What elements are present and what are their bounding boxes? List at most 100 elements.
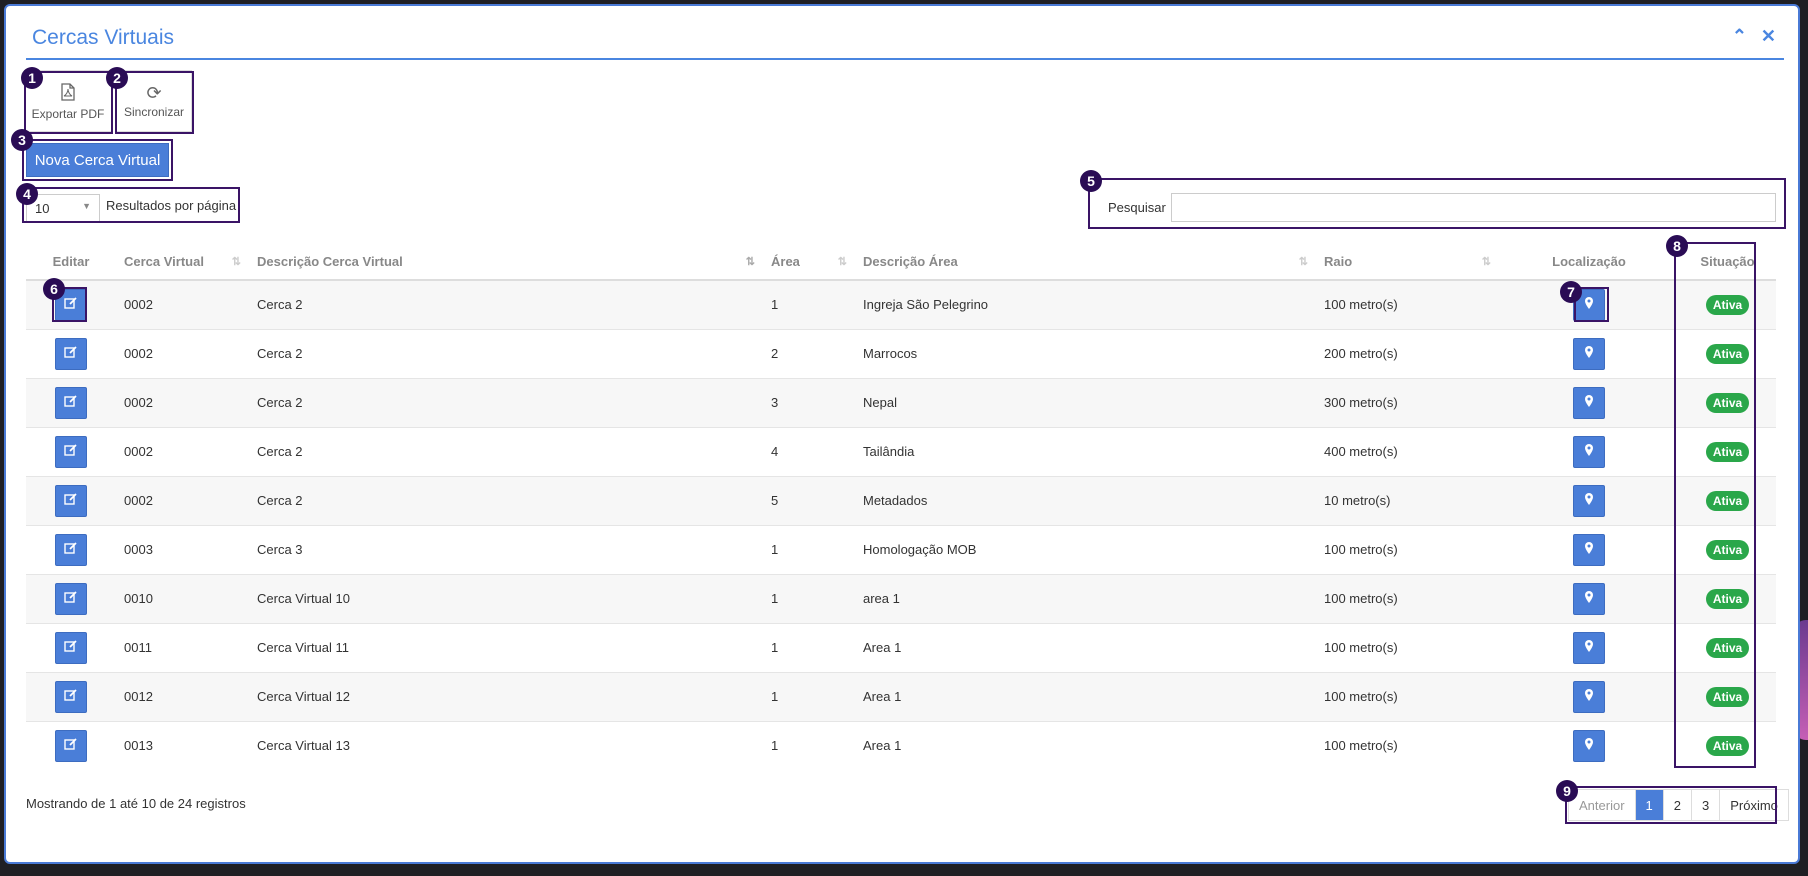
edit-icon: [64, 394, 78, 411]
area-cell: 1: [763, 671, 855, 721]
area-description-cell: Area 1: [855, 720, 1316, 770]
sort-icon: ⇅: [231, 256, 241, 268]
annotation-marker: 4: [16, 183, 38, 205]
area-description-cell: area 1: [855, 573, 1316, 623]
code-cell: 0002: [116, 475, 249, 525]
radius-cell: 300 metro(s): [1316, 377, 1499, 427]
edit-icon: [64, 443, 78, 460]
description-cell: Cerca Virtual 11: [249, 622, 763, 672]
location-cell: [1499, 720, 1679, 770]
results-info: Mostrando de 1 até 10 de 24 registros: [26, 796, 246, 811]
column-header-description[interactable]: Descrição Cerca Virtual ⇅: [249, 244, 763, 281]
edit-button[interactable]: [55, 680, 87, 713]
description-cell: Cerca 3: [249, 524, 763, 574]
code-cell: 0002: [116, 328, 249, 378]
edit-icon: [64, 345, 78, 362]
location-button[interactable]: [1573, 729, 1605, 762]
code-cell: 0013: [116, 720, 249, 770]
location-button[interactable]: [1573, 680, 1605, 713]
map-pin-icon: [1583, 394, 1595, 411]
area-description-cell: Marrocos: [855, 328, 1316, 378]
edit-cell: [26, 524, 116, 574]
radius-cell: 200 metro(s): [1316, 328, 1499, 378]
sort-icon: ⇅: [1481, 256, 1491, 268]
table-row: 0002 Cerca 2 2 Marrocos 200 metro(s) Ativa: [26, 328, 1776, 378]
table-row: 0002 Cerca 2 5 Metadados 10 metro(s) Ativa: [26, 475, 1776, 525]
radius-cell: 100 metro(s): [1316, 671, 1499, 721]
edit-cell: [26, 475, 116, 525]
code-cell: 0003: [116, 524, 249, 574]
edit-button[interactable]: [55, 435, 87, 468]
edit-button[interactable]: [55, 533, 87, 566]
radius-cell: 10 metro(s): [1316, 475, 1499, 525]
location-button[interactable]: [1573, 337, 1605, 370]
chevron-up-icon[interactable]: ⌃: [1732, 26, 1747, 46]
map-pin-icon: [1583, 590, 1595, 607]
table-row: 0013 Cerca Virtual 13 1 Area 1 100 metro(s) A…: [26, 720, 1776, 770]
edit-button[interactable]: [55, 484, 87, 517]
radius-cell: 100 metro(s): [1316, 573, 1499, 623]
sort-icon: ⇅: [1298, 256, 1308, 268]
edit-icon: [64, 590, 78, 607]
edit-button[interactable]: [55, 729, 87, 762]
location-button[interactable]: [1573, 435, 1605, 468]
edit-button[interactable]: [55, 631, 87, 664]
annotation-marker: 2: [106, 67, 128, 89]
edit-cell: [26, 720, 116, 770]
description-cell: Cerca 2: [249, 328, 763, 378]
annotation-box: [22, 139, 173, 181]
area-description-cell: Ingreja São Pelegrino: [855, 279, 1316, 329]
code-cell: 0002: [116, 426, 249, 476]
area-cell: 4: [763, 426, 855, 476]
location-cell: [1499, 377, 1679, 427]
annotation-marker: 8: [1666, 235, 1688, 257]
description-cell: Cerca Virtual 10: [249, 573, 763, 623]
column-header-code[interactable]: Cerca Virtual ⇅: [116, 244, 249, 281]
edit-cell: [26, 426, 116, 476]
map-pin-icon: [1583, 443, 1595, 460]
location-button[interactable]: [1573, 484, 1605, 517]
edit-cell: [26, 573, 116, 623]
edit-icon: [64, 688, 78, 705]
location-button[interactable]: [1573, 533, 1605, 566]
annotation-box: [1565, 786, 1777, 824]
annotation-marker: 9: [1556, 780, 1578, 802]
column-header-location: Localização: [1499, 244, 1679, 281]
location-cell: [1499, 426, 1679, 476]
column-header-radius[interactable]: Raio ⇅: [1316, 244, 1499, 281]
edit-button[interactable]: [55, 337, 87, 370]
radius-cell: 100 metro(s): [1316, 720, 1499, 770]
map-pin-icon: [1583, 688, 1595, 705]
column-header-area-description[interactable]: Descrição Área ⇅: [855, 244, 1316, 281]
area-cell: 5: [763, 475, 855, 525]
map-pin-icon: [1583, 639, 1595, 656]
code-cell: 0010: [116, 573, 249, 623]
edit-cell: [26, 377, 116, 427]
area-description-cell: Tailândia: [855, 426, 1316, 476]
location-cell: [1499, 475, 1679, 525]
code-cell: 0002: [116, 279, 249, 329]
close-icon[interactable]: ✕: [1761, 26, 1776, 46]
code-cell: 0002: [116, 377, 249, 427]
description-cell: Cerca 2: [249, 475, 763, 525]
area-cell: 2: [763, 328, 855, 378]
map-pin-icon: [1583, 345, 1595, 362]
edit-cell: [26, 328, 116, 378]
edit-button[interactable]: [55, 386, 87, 419]
location-cell: [1499, 328, 1679, 378]
sort-active-icon: ⇅: [745, 256, 755, 268]
area-cell: 1: [763, 622, 855, 672]
edit-button[interactable]: [55, 582, 87, 615]
area-description-cell: Area 1: [855, 622, 1316, 672]
annotation-marker: 1: [21, 67, 43, 89]
virtual-fences-table: Editar Cerca Virtual ⇅ Descrição Cerca Vi…: [26, 244, 1776, 770]
code-cell: 0011: [116, 622, 249, 672]
location-cell: [1499, 671, 1679, 721]
location-button[interactable]: [1573, 582, 1605, 615]
location-cell: [1499, 524, 1679, 574]
location-button[interactable]: [1573, 631, 1605, 664]
location-button[interactable]: [1573, 386, 1605, 419]
code-cell: 0012: [116, 671, 249, 721]
table-row: 0002 Cerca 2 1 Ingreja São Pelegrino 100 met…: [26, 279, 1776, 329]
column-header-area[interactable]: Área ⇅: [763, 244, 855, 281]
